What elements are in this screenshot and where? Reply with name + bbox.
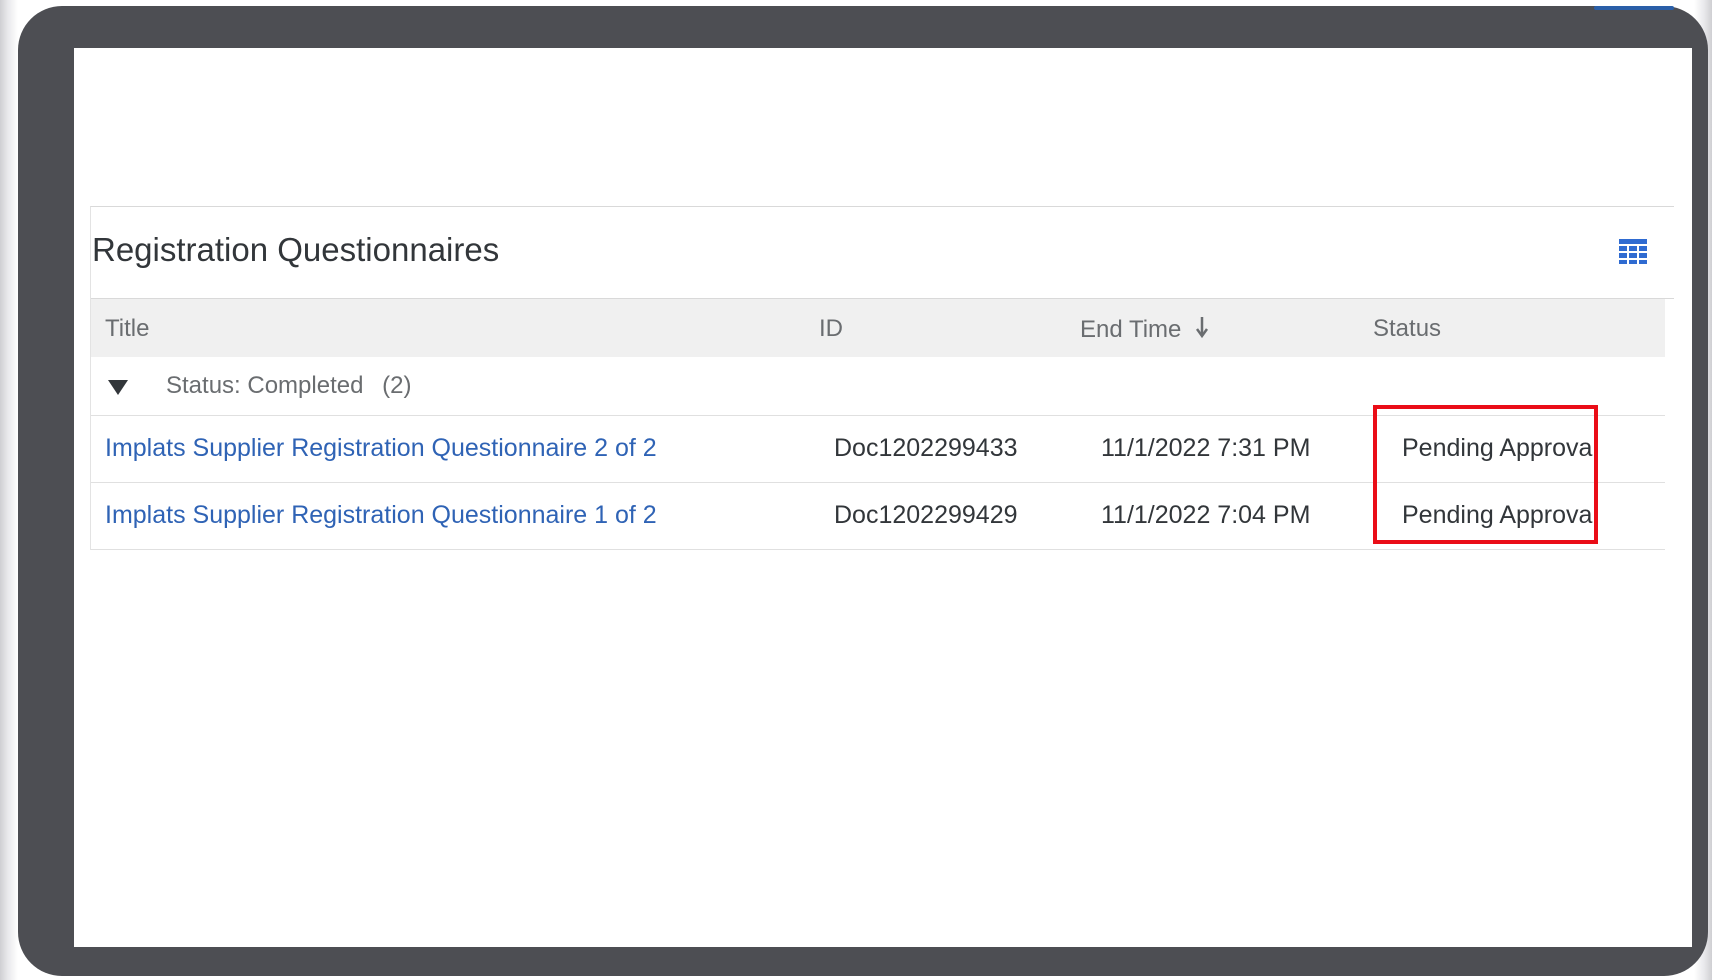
group-label-text: Status: Completed [166, 372, 364, 399]
page-background: Registration Questionnaires Title ID End… [0, 0, 1712, 980]
table-header: Title ID End Time Status [91, 299, 1665, 357]
table-settings-icon[interactable] [1618, 237, 1648, 265]
collapse-triangle-icon[interactable] [107, 376, 129, 398]
status-highlight-box [1373, 405, 1598, 544]
end-time: 11/1/2022 7:04 PM [1101, 501, 1311, 529]
column-header-status[interactable]: Status [1373, 315, 1441, 343]
column-header-id[interactable]: ID [819, 315, 843, 343]
column-header-end-time[interactable]: End Time [1080, 315, 1209, 344]
group-count: (2) [382, 372, 412, 399]
questionnaire-title-link[interactable]: Implats Supplier Registration Questionna… [105, 501, 657, 530]
document-id: Doc1202299433 [834, 434, 1018, 462]
column-header-title[interactable]: Title [105, 315, 149, 343]
end-time: 11/1/2022 7:31 PM [1101, 434, 1311, 462]
panel-header: Registration Questionnaires [91, 207, 1674, 299]
sort-descending-icon [1196, 317, 1209, 339]
group-label: Status: Completed (2) [166, 372, 411, 400]
device-bezel: Registration Questionnaires Title ID End… [18, 6, 1708, 976]
panel-title: Registration Questionnaires [92, 231, 500, 268]
screen: Registration Questionnaires Title ID End… [74, 48, 1692, 947]
bezel-accent [1594, 6, 1674, 10]
column-header-end-time-label: End Time [1080, 316, 1182, 343]
document-id: Doc1202299429 [834, 501, 1018, 529]
questionnaire-title-link[interactable]: Implats Supplier Registration Questionna… [105, 434, 657, 463]
